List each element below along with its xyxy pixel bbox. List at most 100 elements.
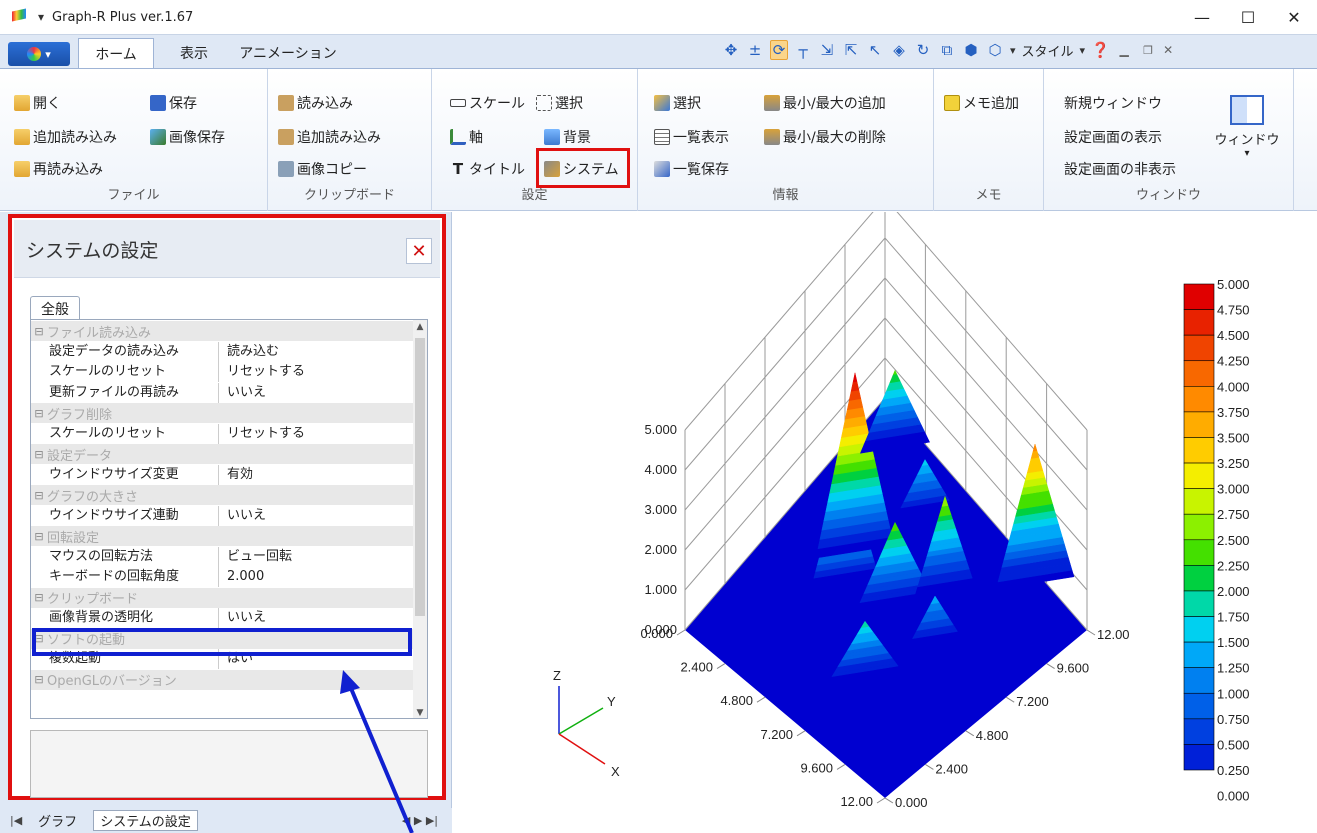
property-category[interactable]: ⊟ グラフの大きさ <box>31 485 415 505</box>
collapse-icon[interactable]: ⊟ <box>31 407 47 420</box>
help-icon[interactable]: ❓ <box>1091 41 1110 59</box>
collapse-icon[interactable]: ⊟ <box>31 448 47 461</box>
title-button[interactable]: T タイトル <box>450 159 525 179</box>
surface-chart[interactable]: 0.000 1.000 2.000 3.000 4.000 5.000 0.000 2.400… <box>453 197 1317 833</box>
doc-restore-icon[interactable]: ❐ <box>1139 44 1157 57</box>
zoom-window-icon[interactable]: ⧉ <box>938 41 956 59</box>
axis-move-icon[interactable]: ⇲ <box>818 41 836 59</box>
axis-t-icon[interactable]: ┬ <box>794 41 812 59</box>
axis-scale-icon[interactable]: ⇱ <box>842 41 860 59</box>
clip-load-button[interactable]: 読み込み <box>278 93 353 113</box>
property-row[interactable]: スケールのリセット リセットする <box>31 362 415 382</box>
tab-home[interactable]: ホーム <box>78 38 154 68</box>
image-save-button[interactable]: 画像保存 <box>150 127 225 147</box>
property-category[interactable]: ⊟ 設定データ <box>31 444 415 464</box>
add-minmax-button[interactable]: 最小/最大の追加 <box>764 93 886 113</box>
add-load-button[interactable]: 追加読み込み <box>14 127 117 147</box>
open-button[interactable]: 開く <box>14 93 61 113</box>
scroll-up-icon[interactable]: ▲ <box>413 322 427 332</box>
tab-animation[interactable]: アニメーション <box>228 38 348 68</box>
tabs-first-icon[interactable]: |◀ <box>10 814 22 827</box>
property-row[interactable]: 更新ファイルの再読み いいえ <box>31 382 415 403</box>
property-category[interactable]: ⊟ 回転設定 <box>31 526 415 546</box>
axis-button[interactable]: 軸 <box>450 127 483 147</box>
scroll-down-icon[interactable]: ▼ <box>413 708 427 718</box>
property-row[interactable]: ウインドウサイズ連動 いいえ <box>31 505 415 526</box>
move-icon[interactable]: ✥ <box>722 41 740 59</box>
plot-area[interactable]: 0.000 1.000 2.000 3.000 4.000 5.000 0.000 2.400… <box>453 197 1317 833</box>
tab-view[interactable]: 表示 <box>164 38 224 68</box>
tab-graph[interactable]: グラフ <box>32 811 83 830</box>
y-tick-label: 4.800 <box>976 728 1009 743</box>
new-window-button[interactable]: 新規ウィンドウ <box>1064 93 1162 113</box>
cube-icon[interactable]: ⬢ <box>962 41 980 59</box>
cube-outline-icon[interactable]: ⬡ <box>986 41 1004 59</box>
settings-select-button[interactable]: 選択 <box>536 93 583 113</box>
doc-minimize-icon[interactable]: ▁ <box>1115 43 1133 57</box>
property-value[interactable]: いいえ <box>219 608 266 628</box>
property-row[interactable]: 設定データの読み込み 読み込む <box>31 341 415 362</box>
close-button[interactable]: ✕ <box>1271 0 1317 34</box>
property-value[interactable]: リセットする <box>219 424 305 444</box>
collapse-icon[interactable]: ⊟ <box>31 489 47 502</box>
group-title-window: ウィンドウ <box>1135 188 1201 203</box>
rotate-icon[interactable]: ⟳ <box>770 40 788 60</box>
style-menu[interactable]: スタイル <box>1022 41 1074 60</box>
cube-dropdown-icon[interactable]: ▾ <box>1010 44 1016 57</box>
property-value[interactable]: いいえ <box>219 383 266 403</box>
collapse-icon[interactable]: ⊟ <box>31 325 47 338</box>
panel-close-button[interactable]: ✕ <box>406 238 432 264</box>
scroll-thumb[interactable] <box>415 338 425 616</box>
quick-access-dropdown-icon[interactable]: ▾ <box>38 10 44 24</box>
collapse-icon[interactable]: ⊟ <box>31 591 47 604</box>
property-value[interactable]: 2.000 <box>219 567 264 587</box>
clip-add-load-button[interactable]: 追加読み込み <box>278 127 381 147</box>
property-row[interactable]: 画像背景の透明化 いいえ <box>31 608 415 628</box>
tab-general[interactable]: 全般 <box>30 296 80 320</box>
application-menu-button[interactable]: ▾ <box>8 42 70 66</box>
pointer-icon[interactable]: ↖ <box>866 41 884 59</box>
add-memo-button[interactable]: メモ追加 <box>944 93 1019 113</box>
property-category[interactable]: ⊟ クリップボード <box>31 587 415 608</box>
save-button[interactable]: 保存 <box>150 93 197 113</box>
property-grid-scrollbar[interactable]: ▲ ▼ <box>413 320 427 718</box>
center-icon[interactable]: ◈ <box>890 41 908 59</box>
property-value[interactable]: いいえ <box>219 506 266 526</box>
property-row[interactable]: スケールのリセット リセットする <box>31 423 415 444</box>
show-settings-button[interactable]: 設定画面の表示 <box>1064 127 1162 147</box>
property-row[interactable]: マウスの回転方法 ビュー回転 <box>31 546 415 567</box>
minimize-button[interactable]: — <box>1179 0 1225 34</box>
list-save-button[interactable]: 一覧保存 <box>654 159 729 179</box>
property-category[interactable]: ⊟ ファイル読み込み <box>31 321 415 341</box>
window-menu-button[interactable]: ウィンドウ ▾ <box>1212 95 1282 159</box>
image-copy-button[interactable]: 画像コピー <box>278 159 367 179</box>
image-copy-label: 画像コピー <box>297 162 367 178</box>
property-category[interactable]: ⊟ グラフ削除 <box>31 403 415 423</box>
remove-minmax-button[interactable]: 最小/最大の削除 <box>764 127 886 147</box>
list-view-button[interactable]: 一覧表示 <box>654 127 729 147</box>
colorbar-swatch <box>1183 462 1215 489</box>
maximize-button[interactable]: ☐ <box>1225 0 1271 34</box>
property-value[interactable]: 読み込む <box>219 342 279 362</box>
property-row[interactable]: キーボードの回転角度 2.000 <box>31 567 415 587</box>
refresh-icon[interactable]: ↻ <box>914 41 932 59</box>
doc-close-icon[interactable]: ✕ <box>1163 43 1173 57</box>
colorbar-label: 0.500 <box>1217 737 1250 752</box>
background-button[interactable]: 背景 <box>544 127 591 147</box>
style-dropdown-icon[interactable]: ▾ <box>1080 44 1086 57</box>
hide-settings-button[interactable]: 設定画面の非表示 <box>1064 159 1176 179</box>
property-value[interactable]: 有効 <box>219 465 253 485</box>
tabs-scroll-icons[interactable]: ◀ ▶ ▶| <box>402 814 438 827</box>
info-select-label: 選択 <box>673 96 701 112</box>
scale-button[interactable]: スケール <box>450 93 525 113</box>
property-category[interactable]: ⊟ OpenGLのバージョン <box>31 669 415 690</box>
property-row[interactable]: ウインドウサイズ変更 有効 <box>31 464 415 485</box>
zoom-plusminus-icon[interactable]: ± <box>746 41 764 59</box>
collapse-icon[interactable]: ⊟ <box>31 530 47 543</box>
collapse-icon[interactable]: ⊟ <box>31 673 47 686</box>
property-value[interactable]: ビュー回転 <box>219 547 292 567</box>
property-value[interactable]: リセットする <box>219 362 305 382</box>
tab-system-settings[interactable]: システムの設定 <box>93 810 198 831</box>
reload-button[interactable]: 再読み込み <box>14 159 103 179</box>
info-select-button[interactable]: 選択 <box>654 93 701 113</box>
